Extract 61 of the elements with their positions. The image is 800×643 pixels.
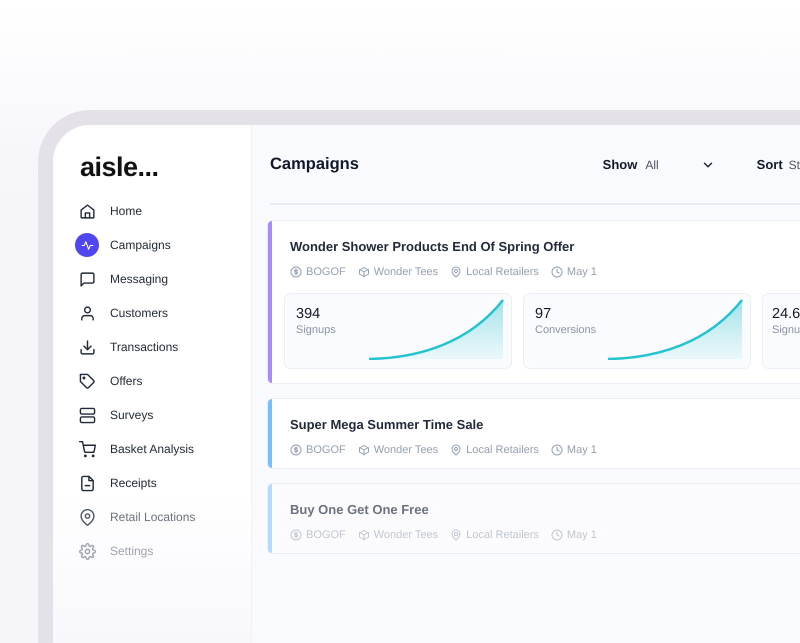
meta-text: Wonder Tees [374,266,438,278]
meta-text: Wonder Tees [374,529,438,541]
campaign-card[interactable]: Super Mega Summer Time Sale BOGOF Wonder Tees Local Retailers May 1 [267,398,800,469]
meta-text: BOGOF [306,444,346,456]
box-icon [358,529,370,541]
map-pin-icon [78,508,96,526]
stat-label: Conversions [535,324,598,336]
dollar-icon [290,529,302,541]
page-title: Campaigns [270,155,360,174]
logo: aisle... [80,151,160,183]
stat-value: 97 [535,306,552,322]
meta-text: Local Retailers [466,266,539,278]
document-icon [78,474,96,492]
map-pin-icon [450,444,462,456]
campaign-title: Buy One Get One Free [290,502,430,519]
stat-label: Signups [296,324,337,336]
dollar-icon [290,444,302,456]
sidebar-item[interactable]: Receipts [75,466,157,500]
meta-text: Local Retailers [466,529,539,541]
campaign-title: Super Mega Summer Time Sale [290,417,484,434]
meta-text: BOGOF [306,529,346,541]
campaign-card[interactable]: Buy One Get One Free BOGOF Wonder Tees Local Retailers May 1 [267,483,800,554]
chat-icon [78,270,96,288]
meta-text: BOGOF [306,266,346,278]
meta-text: May 1 [566,444,597,456]
user-icon [78,304,96,322]
sidebar-item[interactable]: Customers [75,296,168,330]
meta-text: Wonder Tees [374,444,438,456]
sort-dropdown[interactable]: Sort St [756,157,800,172]
stat-value: 24.6 [772,306,800,322]
clock-icon [550,266,563,278]
cart-icon [78,440,96,458]
clock-icon [550,529,563,541]
sidebar-item[interactable]: Basket Analysis [75,432,194,466]
download-icon [78,338,96,356]
pulse-icon [80,238,94,252]
sidebar-item[interactable]: Retail Locations [75,500,196,534]
tag-icon [78,372,96,390]
campaign-title: Wonder Shower Products End Of Spring Offer [290,239,576,256]
meta-text: Local Retailers [466,444,539,456]
stat-value: 394 [296,306,322,322]
dollar-icon [290,266,302,278]
sidebar-item[interactable]: Transactions [75,330,178,364]
home-icon [78,202,96,220]
box-icon [358,266,370,278]
sidebar-item[interactable]: Offers [75,364,142,398]
server-icon [78,406,96,424]
settings-icon [78,542,96,560]
meta-text: May 1 [566,266,597,278]
map-pin-icon [450,529,462,541]
sidebar-item[interactable]: Campaigns [75,228,171,262]
map-pin-icon [450,266,462,278]
stat-label: Signu [772,324,800,336]
sidebar-item[interactable]: Messaging [75,262,168,296]
sidebar-item[interactable]: Surveys [75,398,154,432]
meta-text: May 1 [566,529,597,541]
sidebar-item[interactable]: Home [75,194,142,228]
clock-icon [550,444,563,456]
campaign-card[interactable]: Wonder Shower Products End Of Spring Offer BOGOF Wonder Tees Local Retailers May 1 394 Signups 97 Conversions 24.6 Signu [267,220,800,384]
show-dropdown[interactable]: Show All [602,157,715,172]
box-icon [358,444,370,456]
